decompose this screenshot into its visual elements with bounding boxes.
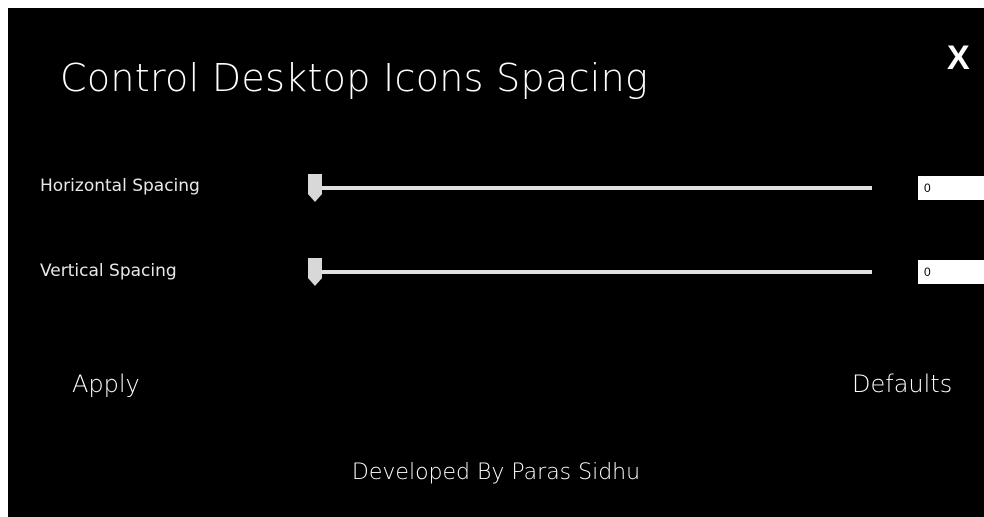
vertical-slider-thumb[interactable]	[308, 258, 322, 286]
horizontal-slider-thumb[interactable]	[308, 174, 322, 202]
apply-button[interactable]: Apply	[72, 370, 140, 398]
window-title: Control Desktop Icons Spacing	[60, 56, 649, 100]
vertical-spacing-slider[interactable]	[300, 258, 872, 286]
close-button[interactable]: X	[947, 38, 970, 78]
defaults-button[interactable]: Defaults	[852, 370, 952, 398]
horizontal-spacing-label: Horizontal Spacing	[40, 176, 200, 196]
horizontal-spacing-input[interactable]	[918, 176, 984, 200]
vertical-slider-track	[308, 270, 872, 274]
vertical-spacing-input[interactable]	[918, 260, 984, 284]
app-window: Control Desktop Icons Spacing X Horizont…	[8, 8, 984, 517]
developer-credit: Developed By Paras Sidhu	[351, 460, 641, 485]
horizontal-slider-track	[308, 186, 872, 190]
horizontal-spacing-slider[interactable]	[300, 174, 872, 202]
vertical-spacing-label: Vertical Spacing	[40, 261, 177, 281]
